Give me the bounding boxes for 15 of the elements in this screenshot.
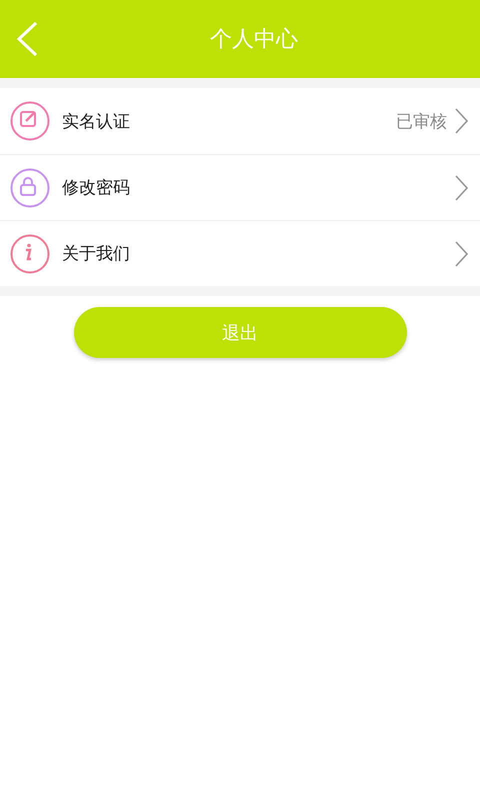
menu-item[interactable]: 实名认证 已审核: [0, 88, 480, 154]
menu-label: 修改密码: [62, 177, 131, 199]
chevron-icon: [455, 174, 468, 200]
menu-item[interactable]: 修改密码: [0, 154, 480, 220]
info-icon: [10, 234, 50, 274]
menu-item[interactable]: 关于我们: [0, 220, 480, 286]
chevron-icon: [455, 108, 468, 134]
status-text: 已审核: [396, 110, 447, 132]
menu-label: 关于我们: [62, 243, 131, 265]
edit-icon: [10, 101, 50, 141]
lock-icon: [10, 168, 50, 208]
back-icon[interactable]: [14, 20, 40, 58]
page-title: 个人中心: [210, 26, 298, 54]
chevron-icon: [455, 240, 468, 266]
menu-label: 实名认证: [62, 110, 131, 132]
